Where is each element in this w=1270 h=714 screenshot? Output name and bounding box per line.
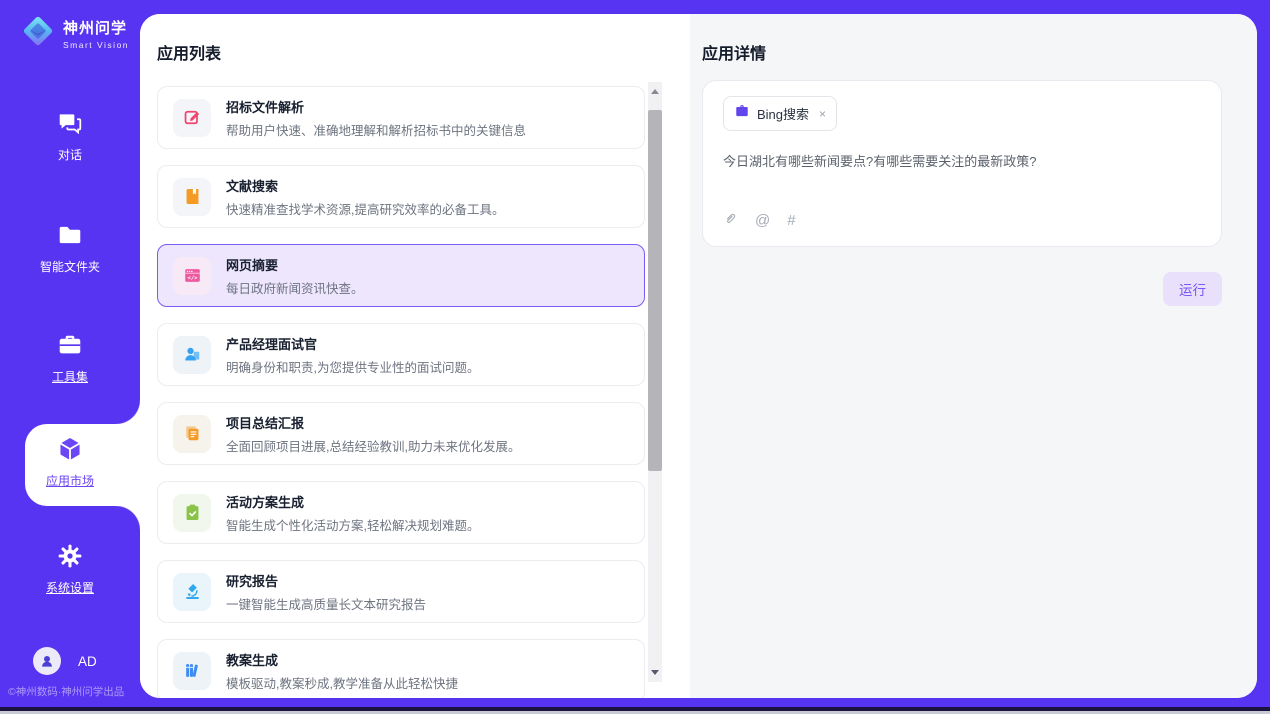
- app-list-panel: 应用列表 招标文件解析 帮助用户快速、准确地理解和解析招标书中的关键信息: [140, 14, 690, 698]
- list-item-title: 招标文件解析: [226, 97, 526, 116]
- user-account[interactable]: AD: [33, 647, 97, 675]
- list-scrollbar[interactable]: [648, 82, 662, 682]
- cube-icon: [57, 436, 83, 467]
- list-item-title: 项目总结汇报: [226, 413, 520, 432]
- app-subtitle: Smart Vision: [63, 40, 129, 50]
- list-item-desc: 一键智能生成高质量长文本研究报告: [226, 594, 426, 613]
- list-item-event-plan[interactable]: 活动方案生成 智能生成个性化活动方案,轻松解决规划难题。: [157, 481, 645, 544]
- app-detail-panel: 应用详情 Bing搜索 × 今日湖北有哪些新闻要点?有哪些需要关注的最新政策?: [690, 14, 1257, 698]
- sidebar-item-smart-folder[interactable]: 智能文件夹: [0, 222, 140, 275]
- list-item-desc: 智能生成个性化活动方案,轻松解决规划难题。: [226, 515, 479, 534]
- microscope-icon: [173, 573, 211, 611]
- list-item-project-summary[interactable]: 项目总结汇报 全面回顾项目进展,总结经验教训,助力未来优化发展。: [157, 402, 645, 465]
- list-item-title: 活动方案生成: [226, 492, 479, 511]
- list-item-desc: 每日政府新闻资讯快查。: [226, 278, 364, 297]
- sidebar-item-chat[interactable]: 对话: [0, 110, 140, 163]
- list-item-title: 教案生成: [226, 650, 458, 669]
- toolbox-icon: [57, 332, 83, 363]
- gear-icon: [57, 543, 83, 574]
- browser-window-icon: </>: [173, 257, 211, 295]
- input-toolbar: @ #: [723, 211, 796, 231]
- folder-icon: [57, 222, 83, 253]
- tool-tag-bing-search[interactable]: Bing搜索 ×: [723, 96, 837, 131]
- briefcase-icon: [734, 103, 750, 124]
- list-item-desc: 帮助用户快速、准确地理解和解析招标书中的关键信息: [226, 120, 526, 139]
- sidebar-item-label: 应用市场: [0, 472, 140, 489]
- list-item-research-report[interactable]: 研究报告 一键智能生成高质量长文本研究报告: [157, 560, 645, 623]
- list-item-pm-interviewer[interactable]: 产品经理面试官 明确身份和职责,为您提供专业性的面试问题。: [157, 323, 645, 386]
- sidebar: 神州问学 Smart Vision 对话 智能文件夹: [0, 0, 140, 711]
- scroll-down-icon[interactable]: [651, 670, 659, 675]
- svg-text:</>: </>: [187, 275, 198, 281]
- edit-document-icon: [173, 99, 211, 137]
- mention-icon[interactable]: @: [755, 213, 770, 229]
- list-item-lesson-plan[interactable]: 教案生成 模板驱动,教案秒成,教学准备从此轻松快捷: [157, 639, 645, 698]
- notes-icon: [173, 415, 211, 453]
- book-icon: [173, 178, 211, 216]
- hash-icon[interactable]: #: [787, 213, 795, 229]
- tool-tag-label: Bing搜索: [757, 104, 809, 123]
- sidebar-item-label: 智能文件夹: [0, 258, 140, 275]
- list-item-desc: 全面回顾项目进展,总结经验教训,助力未来优化发展。: [226, 436, 520, 455]
- list-item-desc: 明确身份和职责,为您提供专业性的面试问题。: [226, 357, 479, 376]
- sidebar-item-settings[interactable]: 系统设置: [0, 543, 140, 596]
- app-list: 招标文件解析 帮助用户快速、准确地理解和解析招标书中的关键信息 文献搜索 快速精…: [157, 86, 645, 698]
- list-item-desc: 快速精准查找学术资源,提高研究效率的必备工具。: [226, 199, 504, 218]
- app-window: 神州问学 Smart Vision 对话 智能文件夹: [0, 0, 1270, 714]
- user-name: AD: [78, 654, 97, 669]
- interviewer-icon: [173, 336, 211, 374]
- sidebar-item-label: 工具集: [0, 368, 140, 385]
- app-logo: 神州问学 Smart Vision: [20, 13, 129, 54]
- paperclip-icon[interactable]: [723, 211, 738, 231]
- sidebar-item-label: 系统设置: [0, 579, 140, 596]
- main-panel: 应用列表 招标文件解析 帮助用户快速、准确地理解和解析招标书中的关键信息: [140, 14, 1257, 698]
- books-icon: [173, 652, 211, 690]
- chat-icon: [57, 110, 83, 141]
- diamond-logo-icon: [20, 13, 56, 54]
- list-item-title: 网页摘要: [226, 255, 364, 274]
- query-input[interactable]: 今日湖北有哪些新闻要点?有哪些需要关注的最新政策?: [723, 152, 1201, 172]
- app-list-title: 应用列表: [157, 40, 221, 64]
- scrollbar-thumb[interactable]: [648, 110, 662, 471]
- list-item-title: 产品经理面试官: [226, 334, 479, 353]
- sidebar-item-label: 对话: [0, 146, 140, 163]
- clipboard-check-icon: [173, 494, 211, 532]
- list-item-literature-search[interactable]: 文献搜索 快速精准查找学术资源,提高研究效率的必备工具。: [157, 165, 645, 228]
- list-item-bid-document-analysis[interactable]: 招标文件解析 帮助用户快速、准确地理解和解析招标书中的关键信息: [157, 86, 645, 149]
- prompt-card: Bing搜索 × 今日湖北有哪些新闻要点?有哪些需要关注的最新政策? @ #: [702, 80, 1222, 247]
- list-item-title: 研究报告: [226, 571, 426, 590]
- run-button[interactable]: 运行: [1163, 272, 1222, 306]
- user-avatar-icon: [33, 647, 61, 675]
- copyright-footer: ©神州数码·神州问学出品: [8, 684, 124, 699]
- scroll-up-icon[interactable]: [651, 89, 659, 94]
- list-item-desc: 模板驱动,教案秒成,教学准备从此轻松快捷: [226, 673, 458, 692]
- app-title: 神州问学: [63, 17, 129, 38]
- sidebar-item-toolset[interactable]: 工具集: [0, 332, 140, 385]
- bubble-notch-top: [116, 400, 140, 424]
- list-item-web-summary[interactable]: </> 网页摘要 每日政府新闻资讯快查。: [157, 244, 645, 307]
- sidebar-item-app-market[interactable]: 应用市场: [0, 436, 140, 489]
- close-icon[interactable]: ×: [819, 107, 826, 121]
- app-detail-title: 应用详情: [702, 40, 766, 64]
- bubble-notch-bottom: [116, 506, 140, 530]
- list-item-title: 文献搜索: [226, 176, 504, 195]
